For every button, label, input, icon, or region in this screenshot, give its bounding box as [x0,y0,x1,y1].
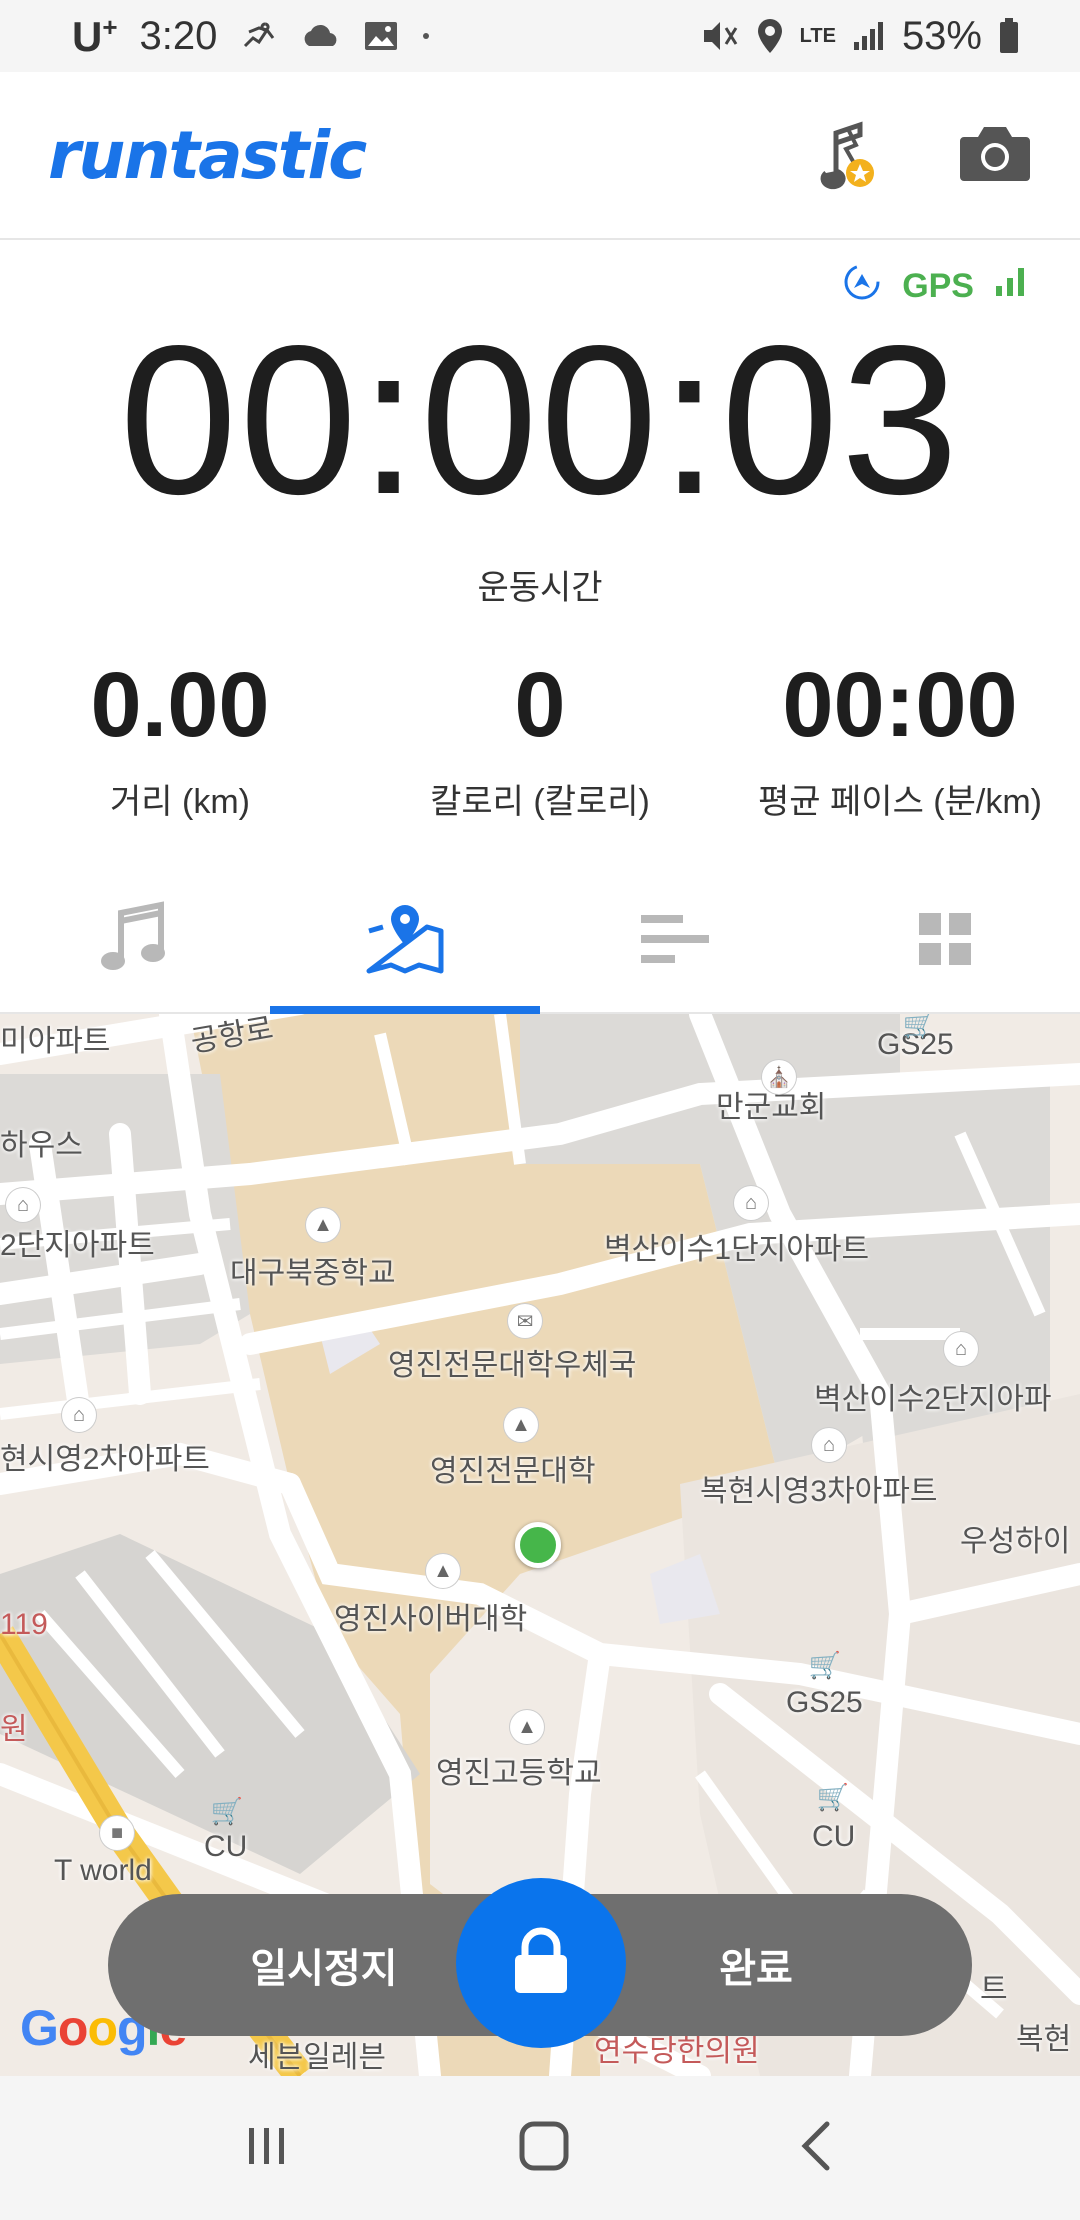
battery-percent: 53% [901,13,982,58]
running-icon [239,18,279,54]
map-label: 하우스 [0,1129,83,1162]
workout-stats: 0.00 거리 (km) 0 칼로리 (칼로리) 00:00 평균 페이스 (분… [0,650,1080,823]
stat-distance: 0.00 거리 (km) [0,650,360,823]
map-label: 미아파트 [0,1025,111,1058]
map-label: CU [204,1830,248,1863]
map-label: 영진전문대학우체국 [388,1349,637,1382]
recents-icon[interactable] [243,2122,291,2175]
map-label: T world [54,1854,152,1887]
map-label: 현시영2차아파트 [0,1443,210,1476]
map-label: 세븐일레븐 [248,2041,386,2074]
tab-map[interactable] [270,870,540,1014]
stat-value: 0.00 [90,654,270,756]
workout-controls: 일시정지 완료 [108,1878,972,2048]
map-label: 원 [0,1713,28,1746]
home-poi-icon: ⌂ [734,1186,768,1220]
school-poi-icon: ▲ [426,1554,460,1588]
post-office-poi-icon: ✉ [508,1304,542,1338]
status-bar: U+ 3:20 LTE 53% [0,0,1080,72]
music-note-icon [95,899,175,984]
map-label: 트 [980,1973,1008,2006]
cloud-icon [301,22,341,50]
shop-poi-icon: 🛒 [808,1649,842,1680]
music-star-icon[interactable] [808,115,878,196]
map-label: 우성하이 [960,1525,1071,1558]
stats-bars-icon [637,909,713,974]
dot-icon [421,31,431,41]
stat-pace: 00:00 평균 페이스 (분/km) [720,650,1080,823]
system-nav-bar [0,2076,1080,2220]
shop-poi-icon: 🛒 [902,1014,936,1040]
carrier-plus: + [102,11,118,42]
tab-bar [0,870,1080,1014]
image-icon [363,20,399,52]
map-label: 영진고등학교 [436,1757,602,1790]
tab-dashboard[interactable] [810,870,1080,1012]
church-poi-icon: ⛪ [762,1060,796,1094]
school-poi-icon: ▲ [306,1208,340,1242]
map-label: 복현 [1016,2023,1072,2056]
home-poi-icon: ⌂ [62,1398,96,1432]
map-label: 벽산이수1단지아파트 [604,1233,870,1266]
tab-music[interactable] [0,870,270,1012]
network-type: LTE [799,24,836,47]
lock-icon [511,1927,571,2000]
dashboard-grid-icon [915,909,975,974]
map-label: 2단지아파트 [0,1229,155,1262]
map-label: 복현시영3차아파트 [700,1475,938,1508]
tab-stats[interactable] [540,870,810,1012]
carrier: U+ [72,12,118,61]
mute-icon [700,18,740,54]
shop-poi-icon: 🛒 [816,1781,850,1812]
carrier-name: U [72,12,103,60]
back-icon[interactable] [797,2120,837,2177]
school-poi-icon: ▲ [504,1408,538,1442]
map-label: CU [812,1820,856,1853]
runtastic-logo: runtastic [48,116,367,194]
home-poi-icon: ⌂ [812,1428,846,1462]
workout-timer-label: 운동시간 [477,569,603,607]
signal-icon [852,20,886,52]
stat-label: 칼로리 (칼로리) [430,783,650,821]
battery-icon [998,17,1020,55]
home-icon[interactable] [518,2120,570,2177]
stat-label: 평균 페이스 (분/km) [758,783,1042,821]
current-location-marker [515,1522,561,1568]
clock: 3:20 [139,13,218,58]
workout-timer: 00:00:03 [119,301,961,538]
stat-value: 00:00 [782,654,1018,756]
camera-icon[interactable] [958,123,1032,188]
map-label: 영진사이버대학 [334,1603,528,1636]
stat-calories: 0 칼로리 (칼로리) [360,650,720,823]
stat-value: 0 [514,654,566,756]
stat-label: 거리 (km) [110,783,250,821]
map-label: 벽산이수2단지아파 [814,1383,1052,1416]
map-label: 대구북중학교 [230,1257,396,1290]
location-pin-icon [756,17,784,55]
map-label: 119 [0,1608,48,1641]
school-poi-icon: ▲ [510,1710,544,1744]
home-poi-icon: ⌂ [6,1188,40,1222]
app-header: runtastic [0,72,1080,240]
map-label: GS25 [786,1686,863,1719]
shop-poi-icon: 🛒 [210,1795,244,1826]
store-poi-icon: ■ [100,1816,134,1850]
lock-button[interactable] [456,1878,626,2048]
home-poi-icon: ⌂ [944,1332,978,1366]
map-label: 영진전문대학 [430,1455,596,1488]
map-icon [363,901,447,982]
